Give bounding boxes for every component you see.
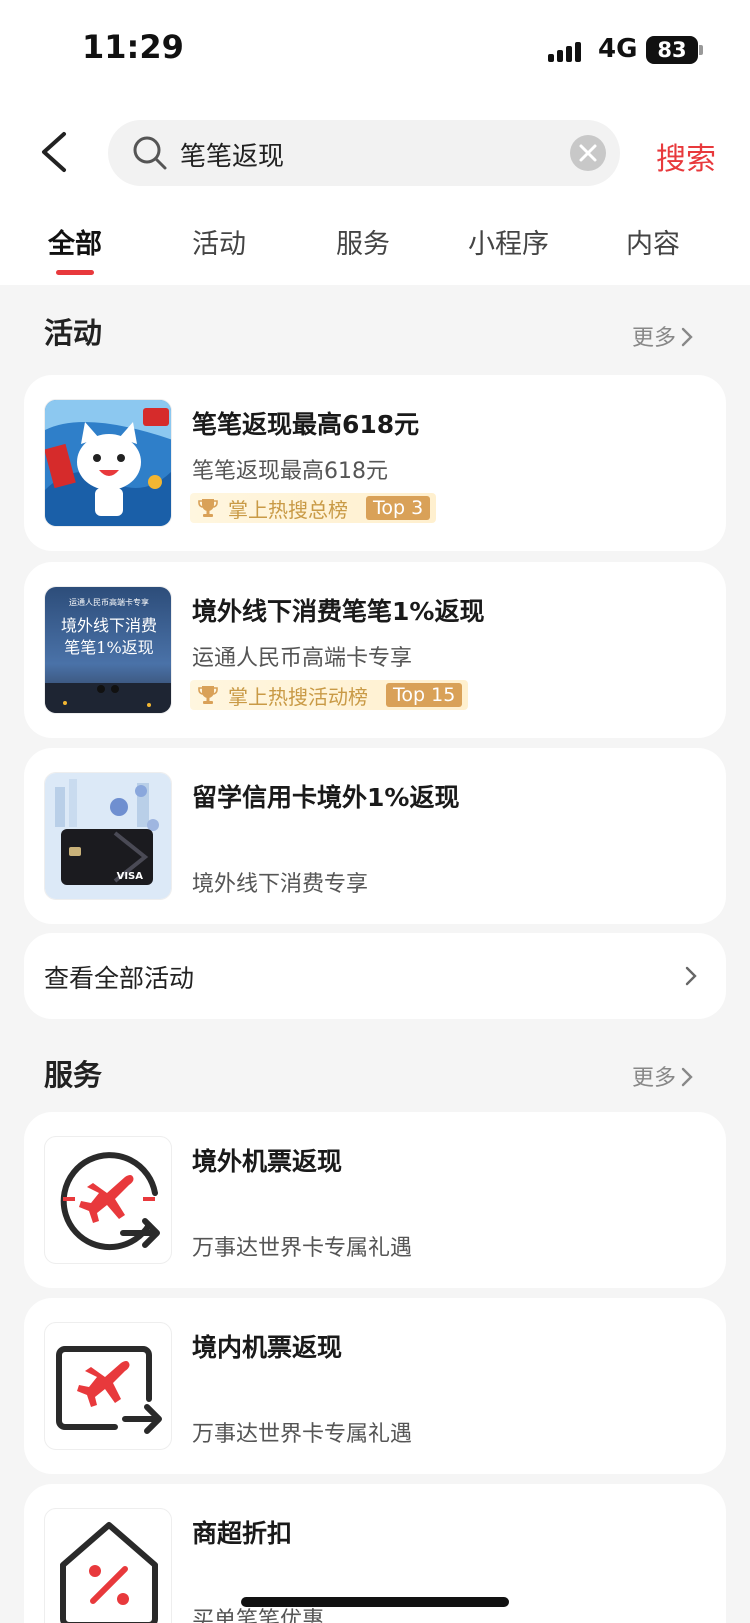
close-icon (579, 144, 597, 162)
service-subtitle: 万事达世界卡专属礼遇 (192, 1422, 413, 1447)
rank-badge: 掌上热搜活动榜 Top 15 (190, 680, 469, 710)
domestic-flight-icon (44, 1322, 172, 1450)
services-more-link[interactable]: 更多 (632, 1060, 694, 1092)
search-icon (133, 136, 167, 170)
activities-section-title: 活动 (44, 316, 103, 350)
home-indicator (241, 1597, 509, 1607)
cat-mascot-promo-image (44, 399, 172, 527)
search-query: 笔笔返现 (180, 142, 285, 172)
activity-subtitle: 笔笔返现最高618元 (192, 459, 388, 484)
view-all-activities-button[interactable]: 查看全部活动 (24, 933, 726, 1019)
activity-title: 境外线下消费笔笔1%返现 (192, 597, 485, 626)
network-type: 4G (598, 34, 638, 64)
chevron-right-icon (681, 327, 693, 347)
category-tabs: 全部 活动 服务 小程序 内容 (0, 222, 750, 282)
rank-label: 掌上热搜总榜 (228, 497, 348, 522)
service-card-2[interactable]: 境内机票返现 万事达世界卡专属礼遇 (24, 1298, 726, 1474)
search-button[interactable]: 搜索 (656, 134, 716, 178)
rank-badge: 掌上热搜总榜 Top 3 (190, 493, 437, 523)
service-subtitle: 万事达世界卡专属礼遇 (192, 1236, 413, 1261)
activity-card-3[interactable]: VISA 留学信用卡境外1%返现 境外线下消费专享 (24, 748, 726, 924)
trophy-icon (198, 686, 218, 704)
svg-text:VISA: VISA (117, 871, 144, 882)
rank-label: 掌上热搜活动榜 (228, 684, 368, 709)
status-bar: 11:29 4G 83 (0, 0, 750, 100)
search-input[interactable]: 笔笔返现 (108, 120, 620, 186)
service-title: 境外机票返现 (192, 1147, 343, 1176)
rank-top-tag: Top 15 (386, 683, 463, 707)
service-card-1[interactable]: 境外机票返现 万事达世界卡专属礼遇 (24, 1112, 726, 1288)
tab-activities[interactable]: 活动 (192, 222, 246, 261)
activity-subtitle: 运通人民币高端卡专享 (192, 646, 413, 671)
activity-title: 笔笔返现最高618元 (192, 410, 420, 439)
activity-subtitle: 境外线下消费专享 (192, 872, 369, 897)
header: 11:29 4G 83 笔笔返现 搜索 全部 活动 服务 小程序 内容 (0, 0, 750, 285)
battery-tip (699, 45, 703, 55)
svg-text:境外线下消费: 境外线下消费 (61, 616, 157, 635)
trophy-icon (198, 499, 218, 517)
tab-mini-programs[interactable]: 小程序 (468, 222, 549, 261)
overseas-cashback-banner-image: 运通人民币高端卡专享 境外线下消费 笔笔1%返现 (44, 586, 172, 714)
svg-text:运通人民币高端卡专享: 运通人民币高端卡专享 (69, 597, 149, 607)
chevron-right-icon (681, 1067, 693, 1087)
search-row: 笔笔返现 搜索 (0, 120, 750, 190)
overseas-flight-icon (44, 1136, 172, 1264)
chevron-right-icon (685, 966, 697, 986)
rank-top-tag: Top 3 (366, 496, 431, 520)
service-title: 商超折扣 (192, 1519, 293, 1548)
signal-icon (548, 40, 588, 62)
battery-icon: 83 (646, 36, 698, 64)
store-discount-icon (44, 1508, 172, 1623)
status-time: 11:29 (82, 28, 184, 66)
activities-more-link[interactable]: 更多 (632, 320, 694, 352)
service-title: 境内机票返现 (192, 1333, 343, 1362)
activity-card-1[interactable]: 笔笔返现最高618元 笔笔返现最高618元 掌上热搜总榜 Top 3 (24, 375, 726, 551)
view-all-label: 查看全部活动 (44, 964, 195, 993)
tab-content[interactable]: 内容 (626, 222, 680, 261)
tab-services[interactable]: 服务 (336, 222, 390, 261)
active-tab-indicator (56, 270, 94, 275)
tab-all[interactable]: 全部 (48, 222, 102, 261)
services-section-title: 服务 (44, 1058, 103, 1092)
activity-card-2[interactable]: 运通人民币高端卡专享 境外线下消费 笔笔1%返现 境外线下消费笔笔1%返现 运通… (24, 562, 726, 738)
activity-title: 留学信用卡境外1%返现 (192, 783, 460, 812)
clear-search-button[interactable] (570, 135, 606, 171)
back-arrow-icon[interactable] (36, 130, 76, 174)
svg-text:笔笔1%返现: 笔笔1%返现 (64, 638, 153, 657)
visa-card-image: VISA (44, 772, 172, 900)
